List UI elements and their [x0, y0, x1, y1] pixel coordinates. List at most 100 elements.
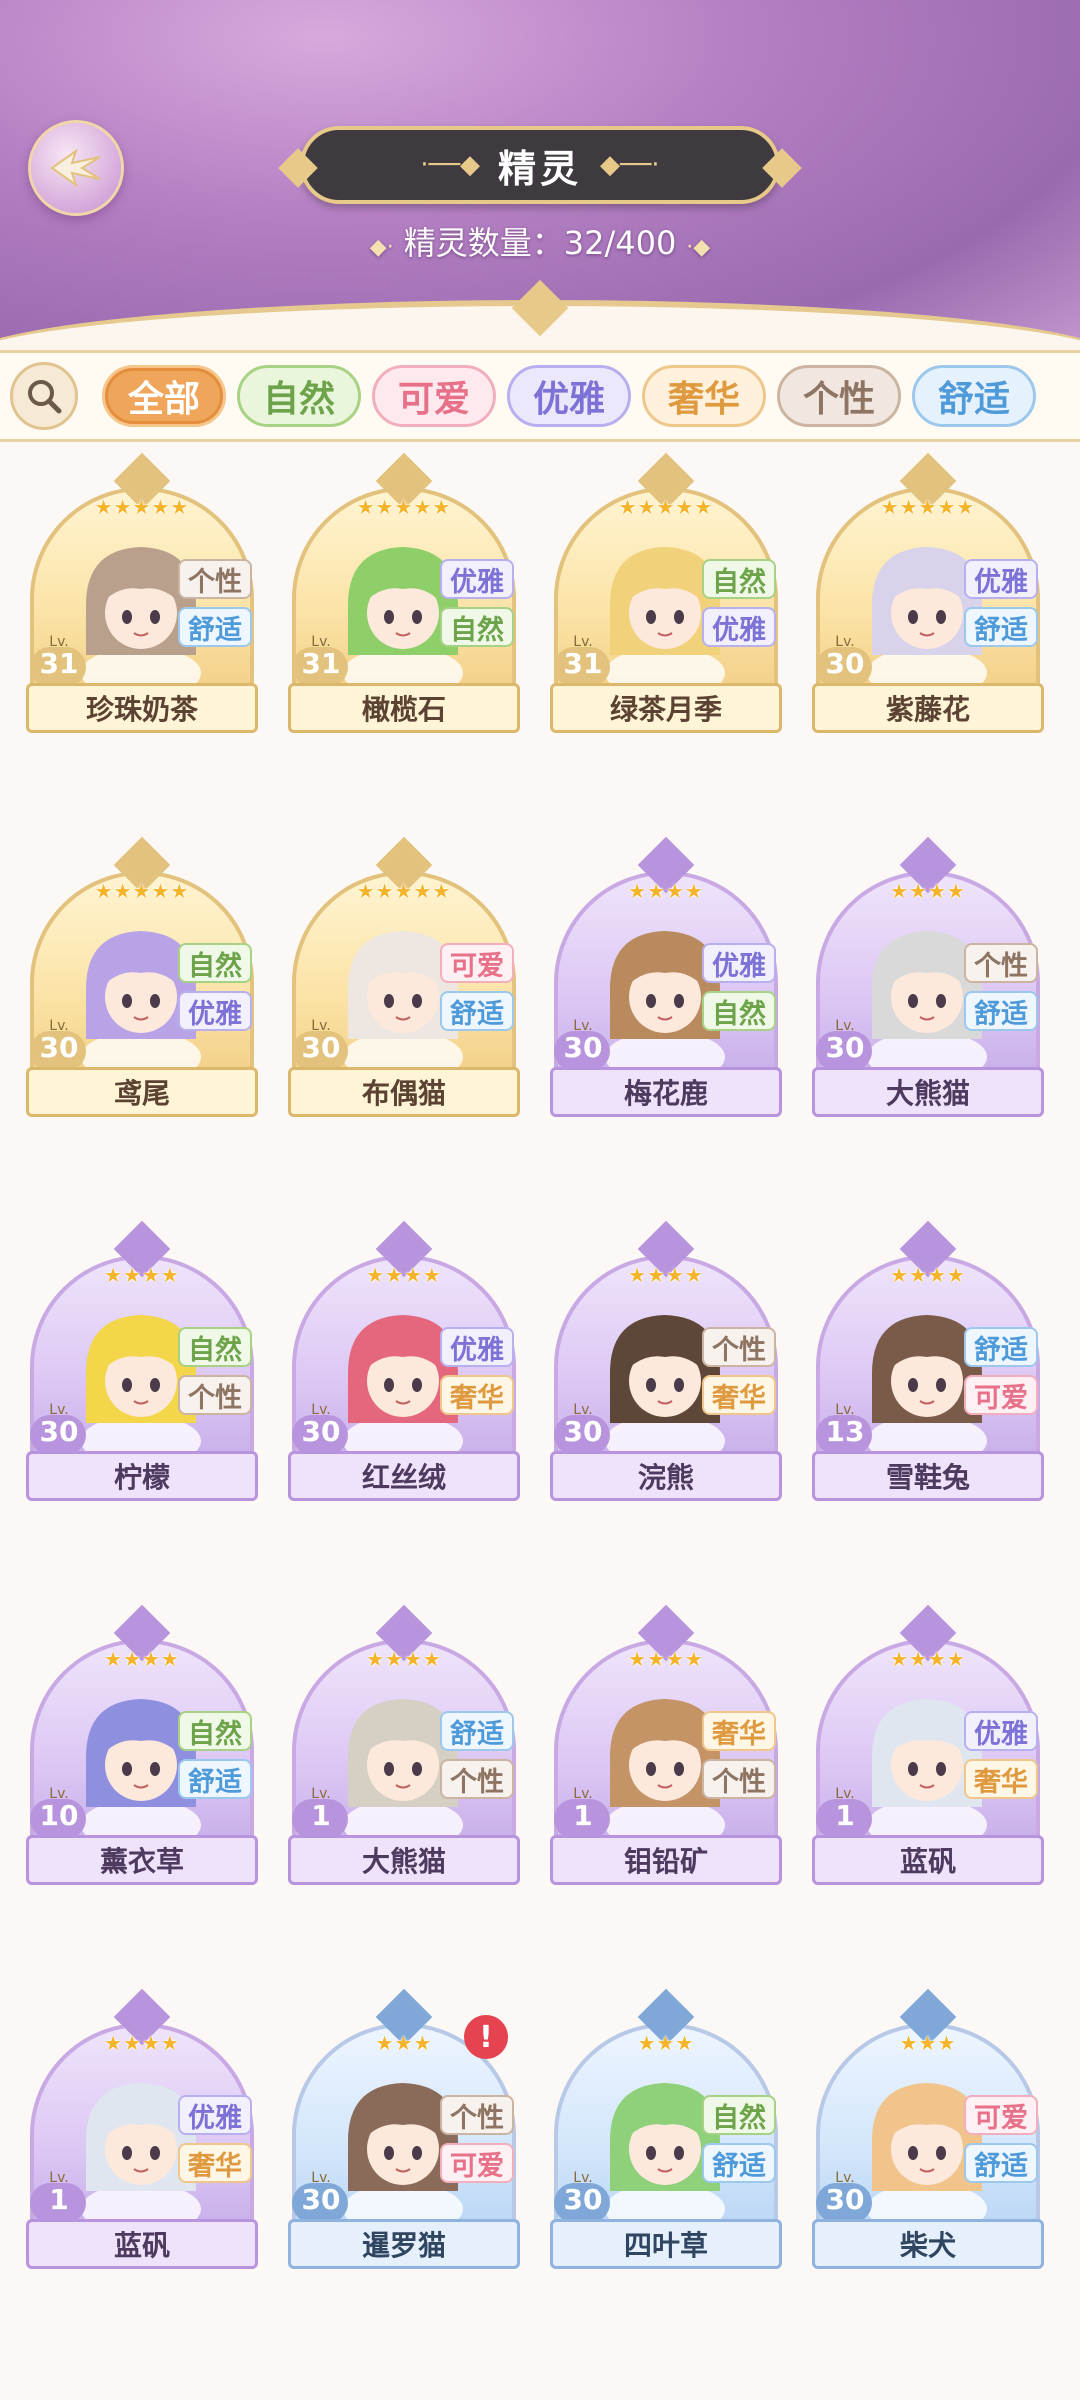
filter-personality[interactable]: 个性	[777, 365, 901, 427]
star-rating: ★★★★★	[94, 879, 190, 903]
spirit-card[interactable]: ★★★★★ 优雅 舒适 Lv. 30 紫藤花	[812, 452, 1044, 733]
title-plate: ·──◆ 精灵 ◆──·	[300, 126, 780, 204]
level-badge: Lv. 30	[816, 1019, 874, 1073]
spirit-name: 四叶草	[550, 2219, 782, 2269]
level-badge: Lv. 30	[816, 2171, 874, 2225]
level-value: 30	[301, 1031, 341, 1064]
trait-tag: 自然	[178, 943, 252, 983]
level-badge: Lv. 1	[292, 1787, 350, 1841]
spirit-name: 蓝矾	[26, 2219, 258, 2269]
level-badge: Lv. 31	[292, 635, 350, 689]
spirit-name: 暹罗猫	[288, 2219, 520, 2269]
star-rating: ★★★★★	[94, 495, 190, 519]
trait-tag: 舒适	[702, 2143, 776, 2183]
spirit-card[interactable]: ★★★★ 优雅 奢华 Lv. 1 蓝矾	[812, 1604, 1044, 1885]
spirit-name: 柠檬	[26, 1451, 258, 1501]
star-rating: ★★★★	[890, 1263, 966, 1287]
filter-bar: 全部 自然 可爱 优雅 奢华 个性 舒适	[0, 350, 1080, 442]
level-value: 1	[311, 1799, 331, 1832]
filter-luxury[interactable]: 奢华	[642, 365, 766, 427]
trait-tag: 舒适	[964, 2143, 1038, 2183]
level-value: 10	[39, 1799, 79, 1832]
trait-tag: 奢华	[178, 2143, 252, 2183]
spirit-grid: ★★★★★ 个性 舒适 Lv. 31 珍珠奶茶 ★★★★★ 优雅 自然 Lv. 31 橄榄石 ★★★★★…	[26, 452, 1056, 2269]
level-badge: Lv. 30	[30, 1403, 88, 1457]
search-button[interactable]	[10, 362, 78, 430]
trait-tag: 可爱	[964, 2095, 1038, 2135]
filter-elegant[interactable]: 优雅	[507, 365, 631, 427]
spirit-card[interactable]: ★★★★★ 可爱 舒适 Lv. 30 布偶猫	[288, 836, 520, 1117]
trait-tag: 奢华	[702, 1711, 776, 1751]
star-rating: ★★★★	[104, 1647, 180, 1671]
spirit-card[interactable]: ★★★★ 舒适 个性 Lv. 1 大熊猫	[288, 1604, 520, 1885]
spirit-card[interactable]: ★★★★ 自然 舒适 Lv. 10 薰衣草	[26, 1604, 258, 1885]
spirit-count: ◆· 精灵数量：32/400 ·◆	[0, 218, 1080, 264]
level-value: 13	[825, 1415, 865, 1448]
header-crest	[511, 279, 569, 337]
level-badge: Lv. 30	[292, 2171, 350, 2225]
spirit-card[interactable]: ★★★★ 优雅 自然 Lv. 30 梅花鹿	[550, 836, 782, 1117]
level-value: 30	[301, 1415, 341, 1448]
level-value: 31	[301, 647, 341, 680]
search-icon	[28, 380, 62, 414]
spirit-name: 雪鞋兔	[812, 1451, 1044, 1501]
spirit-card[interactable]: ★★★★★ 自然 优雅 Lv. 31 绿茶月季	[550, 452, 782, 733]
bottom-fade	[0, 2370, 1080, 2400]
spirit-card[interactable]: ★★★★ 个性 舒适 Lv. 30 大熊猫	[812, 836, 1044, 1117]
count-label: 精灵数量：	[403, 224, 564, 262]
title-ornament-left: ·──◆	[420, 150, 480, 180]
spirit-card[interactable]: ★★★★★ 优雅 自然 Lv. 31 橄榄石	[288, 452, 520, 733]
spirit-card[interactable]: ★★★★★ 自然 优雅 Lv. 30 鸢尾	[26, 836, 258, 1117]
spirit-card[interactable]: ★★★ 可爱 舒适 Lv. 30 柴犬	[812, 1988, 1044, 2269]
spirit-card[interactable]: ★★★★ 奢华 个性 Lv. 1 钼铅矿	[550, 1604, 782, 1885]
star-rating: ★★★★	[890, 1647, 966, 1671]
star-rating: ★★★★★	[356, 879, 452, 903]
count-value: 32/400	[563, 224, 677, 262]
trait-tag: 优雅	[178, 991, 252, 1031]
filter-nature[interactable]: 自然	[237, 365, 361, 427]
filter-cute[interactable]: 可爱	[372, 365, 496, 427]
level-value: 30	[39, 1415, 79, 1448]
star-rating: ★★★★	[366, 1647, 442, 1671]
level-badge: Lv. 30	[554, 1403, 612, 1457]
spirit-name: 蓝矾	[812, 1835, 1044, 1885]
spirit-name: 钼铅矿	[550, 1835, 782, 1885]
trait-tag: 可爱	[440, 943, 514, 983]
level-value: 30	[825, 647, 865, 680]
trait-tag: 优雅	[178, 2095, 252, 2135]
title-ornament-right: ◆──·	[600, 150, 660, 180]
trait-tag: 奢华	[964, 1759, 1038, 1799]
level-value: 30	[563, 2183, 603, 2216]
trait-tag: 个性	[178, 559, 252, 599]
back-button[interactable]	[28, 120, 124, 216]
star-rating: ★★★★★	[356, 495, 452, 519]
spirit-card[interactable]: ★★★ 个性 可爱 Lv. 30 暹罗猫!	[288, 1988, 520, 2269]
trait-tag: 舒适	[440, 991, 514, 1031]
spirit-card[interactable]: ★★★★ 优雅 奢华 Lv. 30 红丝绒	[288, 1220, 520, 1501]
spirit-card[interactable]: ★★★★ 优雅 奢华 Lv. 1 蓝矾	[26, 1988, 258, 2269]
spirit-card[interactable]: ★★★★ 舒适 可爱 Lv. 13 雪鞋兔	[812, 1220, 1044, 1501]
spirit-name: 绿茶月季	[550, 683, 782, 733]
trait-tag: 自然	[702, 2095, 776, 2135]
spirit-card[interactable]: ★★★★ 个性 奢华 Lv. 30 浣熊	[550, 1220, 782, 1501]
filter-comfort[interactable]: 舒适	[912, 365, 1036, 427]
spirit-name: 紫藤花	[812, 683, 1044, 733]
star-rating: ★★★★	[104, 1263, 180, 1287]
level-badge: Lv. 30	[554, 1019, 612, 1073]
level-badge: Lv. 1	[816, 1787, 874, 1841]
trait-tag: 舒适	[440, 1711, 514, 1751]
spirit-card[interactable]: ★★★★ 自然 个性 Lv. 30 柠檬	[26, 1220, 258, 1501]
level-value: 1	[49, 2183, 69, 2216]
spirit-card[interactable]: ★★★★★ 个性 舒适 Lv. 31 珍珠奶茶	[26, 452, 258, 733]
spirit-card[interactable]: ★★★ 自然 舒适 Lv. 30 四叶草	[550, 1988, 782, 2269]
trait-tag: 自然	[178, 1327, 252, 1367]
trait-tag: 舒适	[178, 607, 252, 647]
level-badge: Lv. 31	[30, 635, 88, 689]
trait-tag: 个性	[702, 1327, 776, 1367]
trait-tag: 优雅	[702, 943, 776, 983]
level-value: 31	[563, 647, 603, 680]
level-badge: Lv. 1	[30, 2171, 88, 2225]
star-rating: ★★★★	[366, 1263, 442, 1287]
trait-tag: 舒适	[964, 991, 1038, 1031]
filter-all[interactable]: 全部	[102, 365, 226, 427]
